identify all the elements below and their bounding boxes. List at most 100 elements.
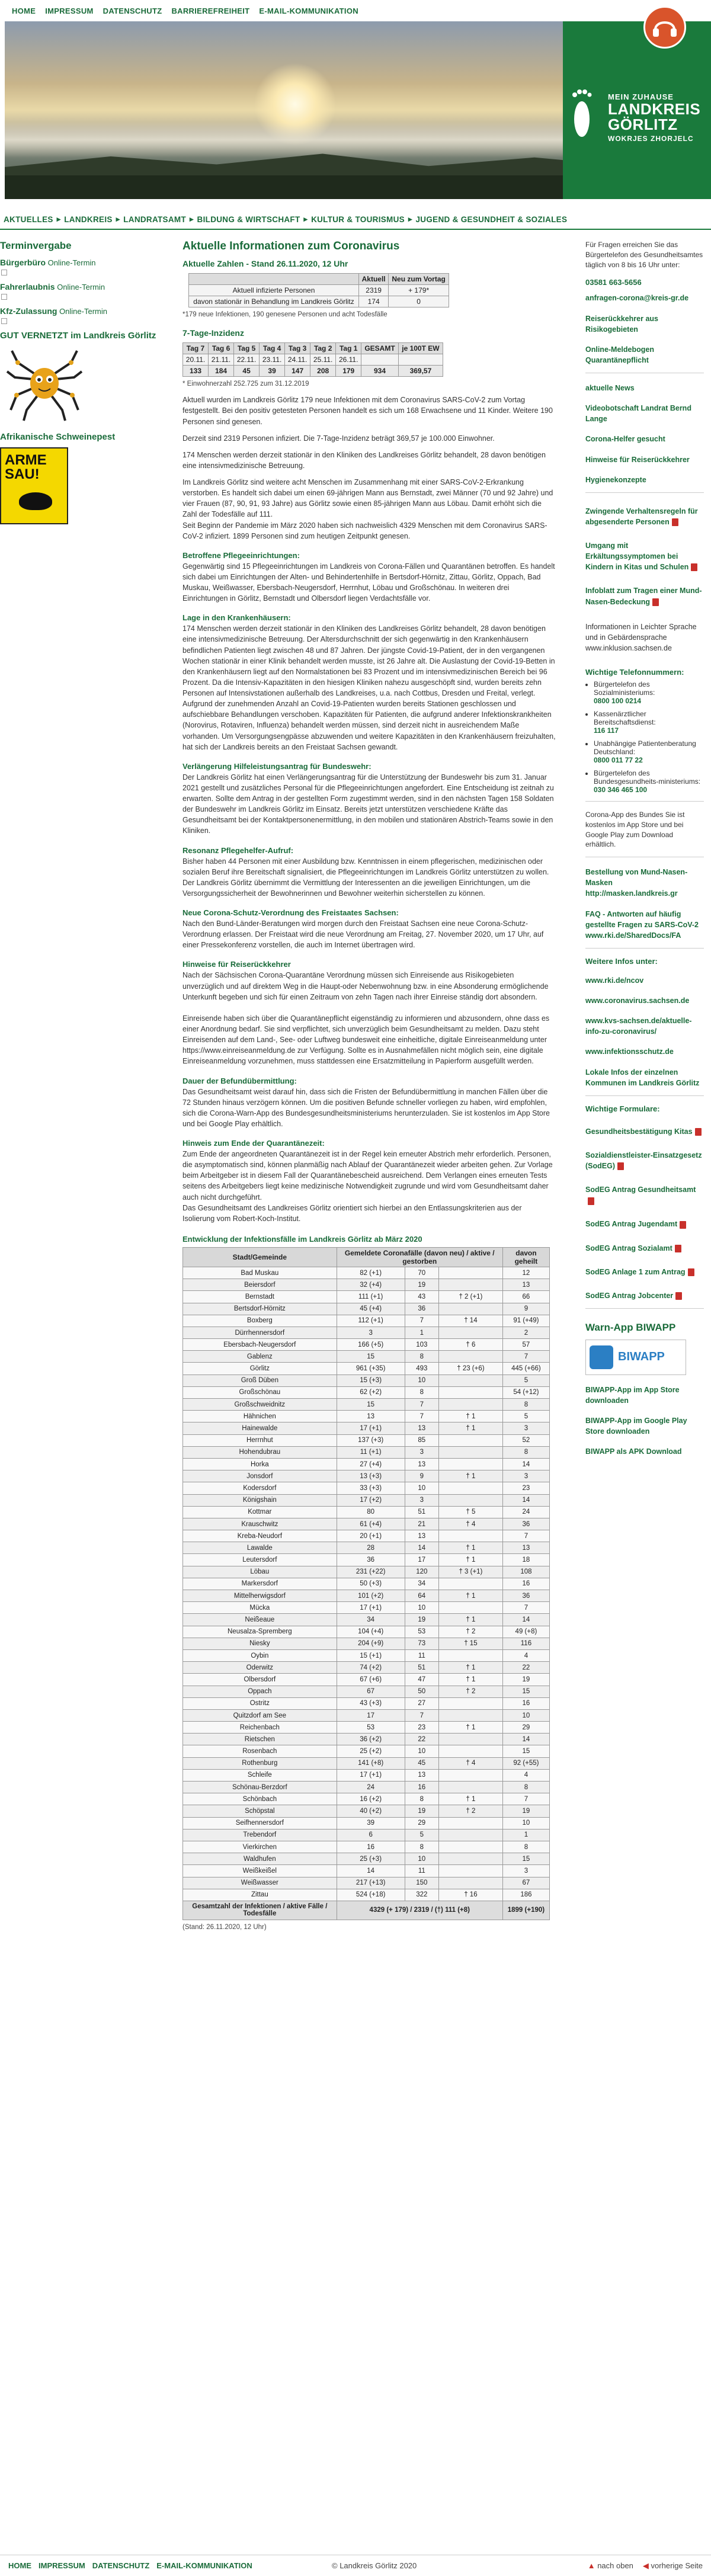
table-header: Tag 4 — [259, 342, 286, 354]
form-link[interactable]: Sozialdienstleister-Einsatzgesetz (SodEG… — [585, 1150, 704, 1171]
form-link[interactable]: SodEG Antrag Sozialamt — [585, 1243, 704, 1254]
external-info-link[interactable]: Lokale Infos der einzelnen Kommunen im L… — [585, 1067, 704, 1088]
hotline-phone[interactable]: 03581 663-5656 — [585, 278, 704, 287]
table-cell: 22 — [404, 1733, 439, 1746]
arme-sau-poster[interactable]: ARME SAU! — [0, 447, 68, 524]
corona-app-text[interactable]: Corona-App des Bundes Sie ist kostenlos … — [585, 810, 704, 850]
previous-page-link[interactable]: ◀ vorherige Seite — [643, 2561, 703, 2571]
landkreis-logo[interactable]: MEIN ZUHAUSE LANDKREIS GÖRLITZ WOKRJES Z… — [563, 21, 711, 199]
table-cell: 51 — [404, 1505, 439, 1518]
mainnav-link-0[interactable]: AKTUELLES — [0, 215, 57, 224]
gut-vernetzt-title[interactable]: GUT VERNETZT im Landkreis Görlitz — [0, 331, 166, 341]
table-cell: 27 — [404, 1697, 439, 1710]
mainnav-link-1[interactable]: LANDKREIS — [60, 215, 116, 224]
biwapp-download-link[interactable]: BIWAPP-App im App Store downloaden — [585, 1385, 704, 1406]
biwapp-download-link[interactable]: BIWAPP als APK Download — [585, 1446, 704, 1457]
external-info-link[interactable]: www.rki.de/ncov — [585, 975, 704, 986]
table-cell — [438, 1697, 503, 1710]
phone-number[interactable]: 0800 011 77 22 — [594, 756, 704, 764]
form-link[interactable]: SodEG Antrag Jobcenter — [585, 1290, 704, 1301]
phone-number[interactable]: 116 117 — [594, 726, 704, 735]
mainnav-link-5[interactable]: JUGEND & GESUNDHEIT & SOZIALES — [412, 215, 571, 224]
table-row: Rosenbach 25 (+2) 10 15 — [182, 1745, 550, 1758]
pdf-link[interactable]: Umgang mit Erkältungssymptomen bei Kinde… — [585, 540, 704, 572]
termin-link-2[interactable]: Kfz-Zulassung Online-Termin — [0, 306, 166, 325]
pdf-link[interactable]: Infoblatt zum Tragen einer Mund-Nasen-Be… — [585, 585, 704, 607]
table-cell — [438, 1853, 503, 1866]
table-cell — [438, 1494, 503, 1507]
topnav-link-3[interactable]: BARRIEREFREIHEIT — [171, 7, 249, 15]
section-heading: Verlängerung Hilfeleistungsantrag für Bu… — [182, 761, 371, 771]
external-info-link[interactable]: www.coronavirus.sachsen.de — [585, 995, 704, 1006]
news-item-link[interactable]: Hinweise für Reiserückkehrer — [585, 454, 704, 465]
table-cell: 24 — [502, 1505, 550, 1518]
mainnav-link-2[interactable]: LANDRATSAMT — [120, 215, 190, 224]
external-link-icon — [1, 269, 7, 275]
table-cell: 231 (+22) — [336, 1565, 405, 1578]
external-info-link[interactable]: www.kvs-sachsen.de/aktuelle-info-zu-coro… — [585, 1015, 704, 1037]
back-to-top-link[interactable]: ▲ nach oben — [588, 2561, 633, 2571]
footer-link-0[interactable]: HOME — [8, 2561, 31, 2570]
info-link[interactable]: Reiserückkehrer aus Risikogebieten — [585, 313, 704, 335]
table-cell: 101 (+2) — [336, 1590, 405, 1603]
topnav-link-2[interactable]: DATENSCHUTZ — [103, 7, 162, 15]
news-item-link[interactable]: Videobotschaft Landrat Bernd Lange — [585, 403, 704, 424]
form-link[interactable]: SodEG Antrag Jugendamt — [585, 1219, 704, 1229]
table-cell: 17 (+1) — [336, 1768, 405, 1782]
schweinepest-title[interactable]: Afrikanische Schweinepest — [0, 432, 166, 443]
form-link[interactable]: SodEG Antrag Gesundheitsamt — [585, 1184, 704, 1206]
info-link[interactable]: Online-Meldebogen Quarantänepflicht — [585, 344, 704, 366]
table-row: Rietschen 36 (+2) 22 14 — [182, 1733, 550, 1746]
leichte-sprache-link[interactable]: Informationen in Leichter Sprache und in… — [585, 621, 704, 653]
table-cell: 8 — [502, 1840, 550, 1854]
pdf-link[interactable]: Zwingende Verhaltensregeln für abgesende… — [585, 506, 704, 527]
termin-link-1[interactable]: Fahrerlaubnis Online-Termin — [0, 282, 166, 300]
form-link[interactable]: Gesundheitsbestätigung Kitas — [585, 1126, 704, 1137]
mainnav-link-4[interactable]: KULTUR & TOURISMUS — [308, 215, 408, 224]
form-link-label: Sozialdienstleister-Einsatzgesetz (SodEG… — [585, 1151, 702, 1171]
table-cell: Jonsdorf — [182, 1470, 337, 1483]
table-row: Groß Düben 15 (+3) 10 5 — [182, 1374, 550, 1387]
topnav-link-4[interactable]: E-MAIL-KOMMUNIKATION — [259, 7, 358, 15]
table-cell: 7 — [502, 1793, 550, 1806]
footer-link-1[interactable]: IMPRESSUM — [39, 2561, 85, 2570]
news-item-link[interactable]: Hygienekonzepte — [585, 475, 704, 485]
news-item-link[interactable]: Corona-Helfer gesucht — [585, 434, 704, 444]
spider-icon[interactable] — [6, 345, 83, 422]
table-cell: 3 — [502, 1864, 550, 1877]
table-cell: 73 — [404, 1637, 439, 1650]
news-link[interactable]: aktuelle News — [585, 383, 704, 393]
table-row: Bernstadt 111 (+1) 43 † 2 (+1) 66 — [182, 1290, 550, 1303]
faq-link[interactable]: Bestellung von Mund-Nasen-Masken http://… — [585, 867, 704, 899]
table-cell: † 2 — [438, 1685, 503, 1698]
table-cell: Markersdorf — [182, 1577, 337, 1591]
topnav-link-0[interactable]: HOME — [12, 7, 36, 15]
termin-link-0[interactable]: Bürgerbüro Online-Termin — [0, 258, 166, 276]
table-cell: † 4 — [438, 1517, 503, 1531]
phone-number[interactable]: 0800 100 0214 — [594, 697, 704, 705]
footer-link-3[interactable]: E-MAIL-KOMMUNIKATION — [156, 2561, 252, 2570]
topnav-link-1[interactable]: IMPRESSUM — [45, 7, 93, 15]
form-link[interactable]: SodEG Anlage 1 zum Antrag — [585, 1267, 704, 1277]
table-cell: 11 (+1) — [336, 1446, 405, 1459]
table-header: Stadt/Gemeinde — [182, 1247, 337, 1267]
phone-number[interactable]: 030 346 465 100 — [594, 786, 704, 794]
hotline-intro: Für Fragen erreichen Sie das Bürgertelef… — [585, 241, 703, 269]
table-row: Görlitz 961 (+35) 493 † 23 (+6) 445 (+66) — [182, 1362, 550, 1375]
table-cell: 961 (+35) — [336, 1362, 405, 1375]
biwapp-logo[interactable]: BIWAPP — [585, 1339, 686, 1375]
table-cell: 57 — [502, 1338, 550, 1351]
external-info-link[interactable]: www.infektionsschutz.de — [585, 1046, 704, 1057]
table-row: Zittau 524 (+18) 322 † 16 186 — [182, 1888, 550, 1901]
faq-link[interactable]: FAQ - Antworten auf häufig gestellte Fra… — [585, 909, 704, 941]
biwapp-download-link[interactable]: BIWAPP-App im Google Play Store download… — [585, 1415, 704, 1437]
table-header-row: Aktuell Neu zum Vortag — [188, 273, 449, 285]
mainnav-link-3[interactable]: BILDUNG & WIRTSCHAFT — [194, 215, 304, 224]
table-cell: Beiersdorf — [182, 1279, 337, 1292]
footer-link-2[interactable]: DATENSCHUTZ — [92, 2561, 150, 2570]
headphones-icon[interactable] — [643, 6, 686, 49]
table-cell: 445 (+66) — [502, 1362, 550, 1375]
date-cell: 22.11. — [233, 353, 260, 366]
table-row: Oderwitz 74 (+2) 51 † 1 22 — [182, 1661, 550, 1674]
hotline-email-link[interactable]: anfragen-corona@kreis-gr.de — [585, 293, 704, 303]
